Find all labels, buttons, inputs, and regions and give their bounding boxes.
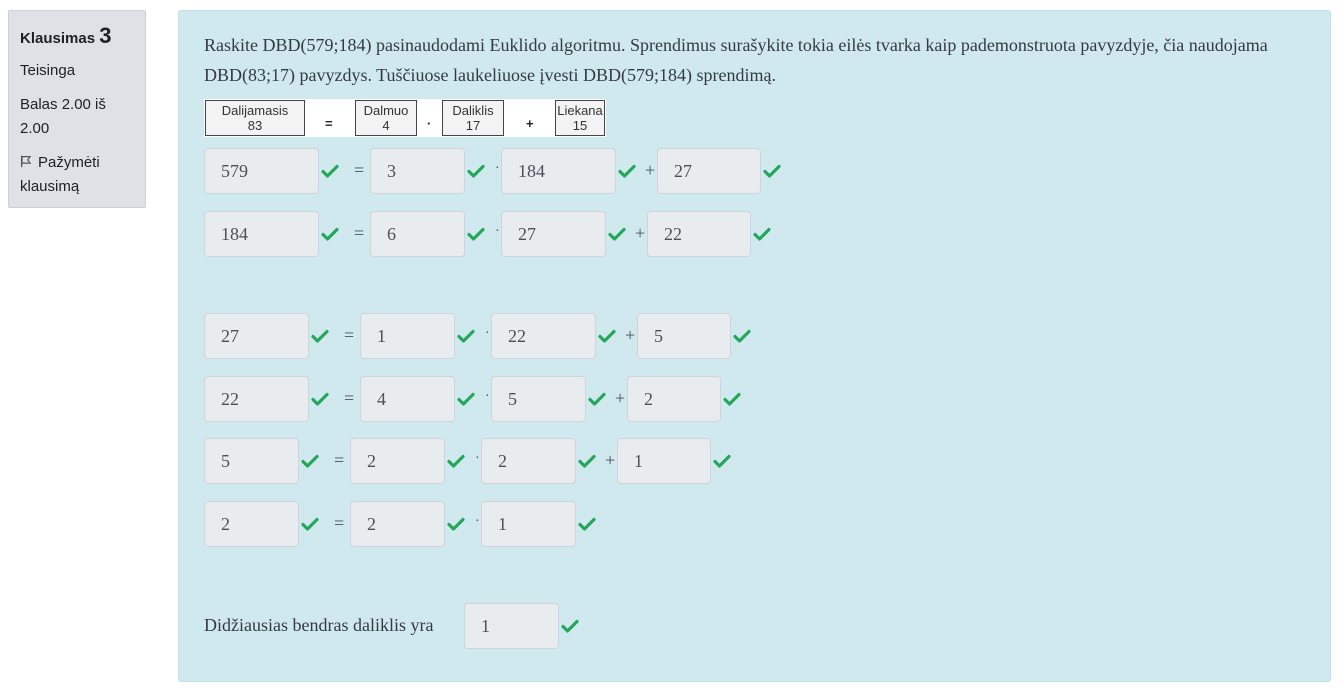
remainder-input[interactable]: 27 <box>657 148 761 194</box>
divisor-input[interactable]: 184 <box>501 148 616 194</box>
example-dividend: Dalijamasis 83 <box>205 100 305 136</box>
divisor-input[interactable]: 5 <box>491 376 586 422</box>
quotient-input[interactable]: 2 <box>350 438 445 484</box>
times-sign: · <box>495 161 500 176</box>
example-plus: + <box>526 116 534 131</box>
equals-sign: = <box>334 450 345 470</box>
question-state: Teisinga <box>20 62 76 79</box>
remainder-input[interactable]: 1 <box>617 438 711 484</box>
check-icon <box>597 326 617 346</box>
check-icon <box>446 451 466 471</box>
dividend-input[interactable]: 2 <box>204 501 299 547</box>
question-label: Klausimas <box>20 30 96 47</box>
equals-sign: = <box>354 160 365 180</box>
check-icon <box>300 514 320 534</box>
check-icon <box>320 161 340 181</box>
check-icon <box>560 616 580 636</box>
flag-icon <box>20 155 32 168</box>
question-formulation: Raskite DBD(579;184) pasinaudodami Eukli… <box>178 10 1331 682</box>
quotient-input[interactable]: 2 <box>350 501 445 547</box>
check-icon <box>310 326 330 346</box>
check-icon <box>577 514 597 534</box>
example-dividend-value: 83 <box>247 118 263 133</box>
divisor-input[interactable]: 1 <box>481 501 576 547</box>
question-text: Raskite DBD(579;184) pasinaudodami Eukli… <box>204 35 1268 85</box>
check-icon <box>752 224 772 244</box>
check-icon <box>300 451 320 471</box>
question-number-value: 3 <box>99 23 112 48</box>
dividend-input[interactable]: 5 <box>204 438 299 484</box>
check-icon <box>577 451 597 471</box>
check-icon <box>456 326 476 346</box>
check-icon <box>712 451 732 471</box>
quotient-input[interactable]: 3 <box>370 148 465 194</box>
quotient-input[interactable]: 1 <box>360 313 455 359</box>
remainder-input[interactable]: 22 <box>647 211 751 257</box>
times-sign: · <box>475 514 480 529</box>
times-sign: · <box>475 451 480 466</box>
dividend-input[interactable]: 579 <box>204 148 319 194</box>
example-quotient-value: 4 <box>382 118 390 133</box>
check-icon <box>320 224 340 244</box>
check-icon <box>456 389 476 409</box>
equals-sign: = <box>344 325 355 345</box>
check-icon <box>466 161 486 181</box>
example-divisor: Daliklis 17 <box>442 100 504 136</box>
check-icon <box>607 224 627 244</box>
check-icon <box>732 326 752 346</box>
dividend-input[interactable]: 184 <box>204 211 319 257</box>
example-remainder-value: 15 <box>572 118 588 133</box>
example-strip: Dalijamasis 83 = Dalmuo 4 · Daliklis 17 … <box>204 99 606 137</box>
check-icon <box>446 514 466 534</box>
check-icon <box>762 161 782 181</box>
question-info-panel: Klausimas 3 Teisinga Balas 2.00 iš 2.00 … <box>8 10 146 208</box>
example-equals: = <box>325 116 333 131</box>
example-times: · <box>427 116 432 131</box>
check-icon <box>722 389 742 409</box>
final-answer-input[interactable]: 1 <box>464 603 559 649</box>
flag-question-link[interactable]: Pažymėti klausimą <box>20 151 134 199</box>
dividend-input[interactable]: 27 <box>204 313 309 359</box>
plus-sign: + <box>625 325 636 345</box>
question-number: Klausimas 3 <box>20 23 134 49</box>
divisor-input[interactable]: 2 <box>481 438 576 484</box>
times-sign: · <box>485 389 490 404</box>
remainder-input[interactable]: 2 <box>627 376 721 422</box>
example-remainder: Liekana 15 <box>555 100 605 136</box>
example-quotient: Dalmuo 4 <box>355 100 417 136</box>
remainder-input[interactable]: 5 <box>637 313 731 359</box>
example-divisor-label: Daliklis <box>452 103 494 118</box>
quotient-input[interactable]: 6 <box>370 211 465 257</box>
times-sign: · <box>485 326 490 341</box>
example-quotient-label: Dalmuo <box>363 103 409 118</box>
equals-sign: = <box>354 223 365 243</box>
plus-sign: + <box>645 160 656 180</box>
plus-sign: + <box>635 223 646 243</box>
check-icon <box>617 161 637 181</box>
equals-sign: = <box>344 388 355 408</box>
example-dividend-label: Dalijamasis <box>221 103 289 118</box>
plus-sign: + <box>615 388 626 408</box>
final-answer-label: Didžiausias bendras daliklis yra <box>204 615 434 635</box>
question-grade: Balas 2.00 iš 2.00 <box>20 96 106 137</box>
example-remainder-label: Liekana <box>557 103 603 118</box>
divisor-input[interactable]: 22 <box>491 313 596 359</box>
example-divisor-value: 17 <box>465 118 481 133</box>
plus-sign: + <box>605 450 616 470</box>
check-icon <box>466 224 486 244</box>
dividend-input[interactable]: 22 <box>204 376 309 422</box>
times-sign: · <box>495 224 500 239</box>
quotient-input[interactable]: 4 <box>360 376 455 422</box>
equals-sign: = <box>334 513 345 533</box>
check-icon <box>587 389 607 409</box>
divisor-input[interactable]: 27 <box>501 211 606 257</box>
check-icon <box>310 389 330 409</box>
